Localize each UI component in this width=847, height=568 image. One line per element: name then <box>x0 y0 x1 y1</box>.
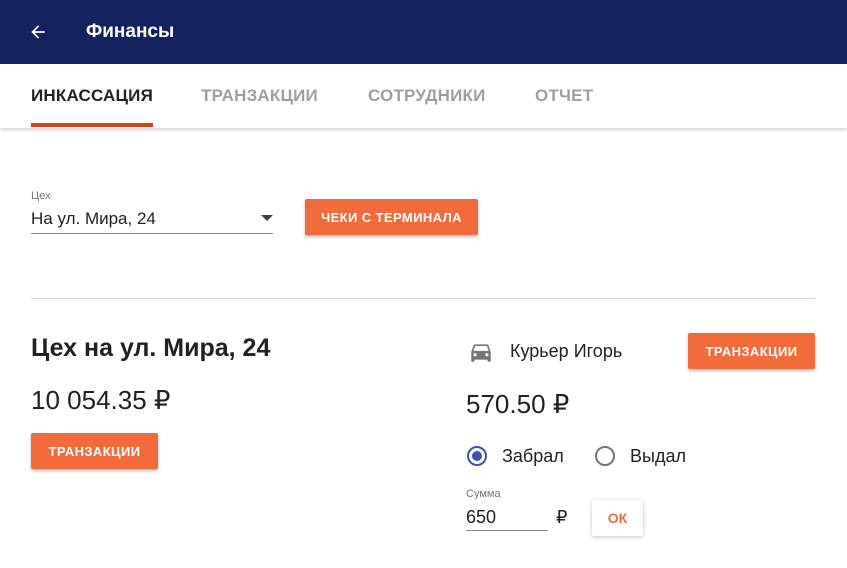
radio-gave[interactable] <box>595 446 615 466</box>
radio-took-dot <box>472 451 482 461</box>
tab-collection[interactable]: ИНКАССАЦИЯ <box>31 86 153 106</box>
radio-gave-label: Выдал <box>630 446 686 466</box>
courier-balance: 570.50 ₽ <box>466 389 570 419</box>
section-divider <box>31 298 815 299</box>
arrow-left-icon <box>31 25 45 39</box>
car-icon <box>471 344 491 362</box>
shop-select-value: На ул. Мира, 24 <box>31 209 156 228</box>
back-button[interactable] <box>22 16 54 48</box>
amount-input[interactable] <box>466 505 548 531</box>
shop-transactions-button[interactable]: ТРАНЗАКЦИИ <box>31 433 158 469</box>
courier-name: Курьер Игорь <box>510 341 623 361</box>
shop-select-underline <box>31 233 273 234</box>
ok-button[interactable]: ОК <box>592 500 643 536</box>
shop-select-label: Цех <box>31 190 51 202</box>
tab-transactions[interactable]: ТРАНЗАКЦИИ <box>201 86 318 106</box>
tab-report[interactable]: ОТЧЕТ <box>535 86 593 106</box>
app-bar: Финансы <box>0 0 847 64</box>
page-title: Финансы <box>86 21 175 42</box>
radio-took[interactable] <box>467 446 487 466</box>
tab-bar: ИНКАССАЦИЯ ТРАНЗАКЦИИ СОТРУДНИКИ ОТЧЕТ <box>0 64 847 128</box>
active-tab-indicator <box>31 123 153 127</box>
amount-label: Сумма <box>466 488 501 500</box>
dropdown-arrow-icon <box>261 215 273 221</box>
shop-select[interactable]: Цех На ул. Мира, 24 <box>31 190 273 236</box>
amount-currency: ₽ <box>556 507 568 527</box>
tab-employees[interactable]: СОТРУДНИКИ <box>368 86 486 106</box>
courier-transactions-button[interactable]: ТРАНЗАКЦИИ <box>688 333 815 369</box>
shop-balance: 10 054.35 ₽ <box>31 385 171 415</box>
shop-title: Цех на ул. Мира, 24 <box>31 334 271 362</box>
radio-took-label: Забрал <box>502 446 564 466</box>
terminal-receipts-button[interactable]: ЧЕКИ С ТЕРМИНАЛА <box>305 199 478 235</box>
